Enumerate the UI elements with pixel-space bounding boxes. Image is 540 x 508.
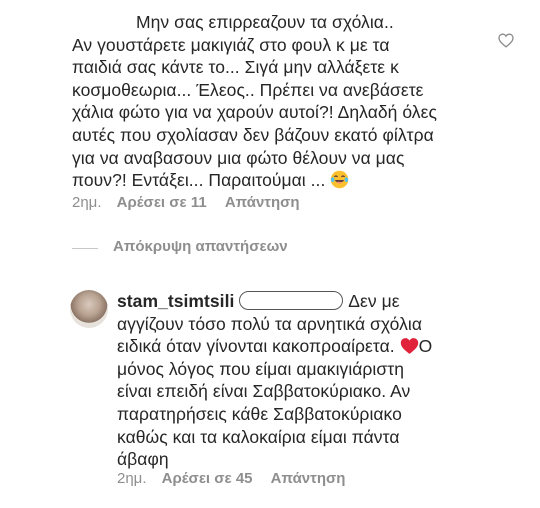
reply-line: παρατηρήσεις κάθε Σαββατοκύριακο (117, 403, 402, 424)
username-link[interactable]: stam_tsimtsili (117, 291, 234, 311)
comment-meta: 2ημ. Αρέσει σε 11 Απάντηση (72, 194, 300, 211)
comment-line-last: πουν?! Εντάξει... Παραιτούμαι ... (72, 169, 437, 192)
reply-likes-count-link[interactable]: Αρέσει σε 45 (162, 470, 253, 487)
comment-line: για να αναβασουν μια φώτο θέλουν να μας (72, 147, 405, 168)
laughing-emoji-icon (331, 170, 349, 189)
reply-line: άβαφη (117, 449, 169, 470)
reply-line-first: stam_tsimtsili Δεν με (117, 291, 400, 311)
comment-line: χάλια φώτο για να χαρούν αυτοί?! Δηλαδή … (72, 102, 437, 123)
reply-time: 2ημ. (117, 470, 147, 487)
reply-line: αγγίζουν τόσο πολύ τα αρνητικά σχόλια (117, 313, 423, 334)
comment-line: Αν γουστάρετε μακιγιάζ στο φουλ κ με τα (72, 34, 390, 55)
hide-replies-button[interactable]: Απόκρυψη απαντήσεων (113, 238, 288, 255)
reply-line: ειδικά όταν γίνονται κακοπροαίρετα. Ο (117, 336, 433, 357)
reply-text: stam_tsimtsili Δεν με αγγίζουν τόσο πολύ… (117, 290, 432, 471)
like-heart-icon[interactable] (498, 33, 514, 48)
reply-line: καθώς και τα καλοκαίρια είμαι πάντα (117, 426, 400, 447)
avatar[interactable] (70, 290, 108, 328)
comment-time: 2ημ. (72, 194, 102, 211)
comment-line: παιδιά σας κάντε το... Σιγά μην αλλάξετε… (72, 57, 399, 78)
comment-line: αυτές που σχολίασαν δεν βάζουν εκατό φίλ… (72, 124, 434, 145)
comment-text: Μην σας επιρρεαζουν τα σχόλια.. Αν γουστ… (72, 11, 437, 192)
replies-divider (72, 248, 98, 249)
reply-reply-button[interactable]: Απάντηση (271, 470, 346, 487)
reply-button[interactable]: Απάντηση (225, 194, 300, 211)
redacted-mention (239, 291, 344, 310)
red-heart-emoji-icon (400, 338, 418, 355)
comment-line: κοσμοθεωρια... Έλεος.. Πρέπει να ανεβάσε… (72, 79, 424, 100)
reply-line: είναι επειδή είναι Σαββατοκύριακο. Αν (117, 381, 411, 402)
likes-count-link[interactable]: Αρέσει σε 11 (117, 194, 207, 211)
reply-line: μόνος λόγος που είμαι αμακιγιάριστη (117, 358, 404, 379)
comment-line: Μην σας επιρρεαζουν τα σχόλια.. (136, 12, 394, 32)
reply-meta: 2ημ. Αρέσει σε 45 Απάντηση (117, 470, 345, 487)
